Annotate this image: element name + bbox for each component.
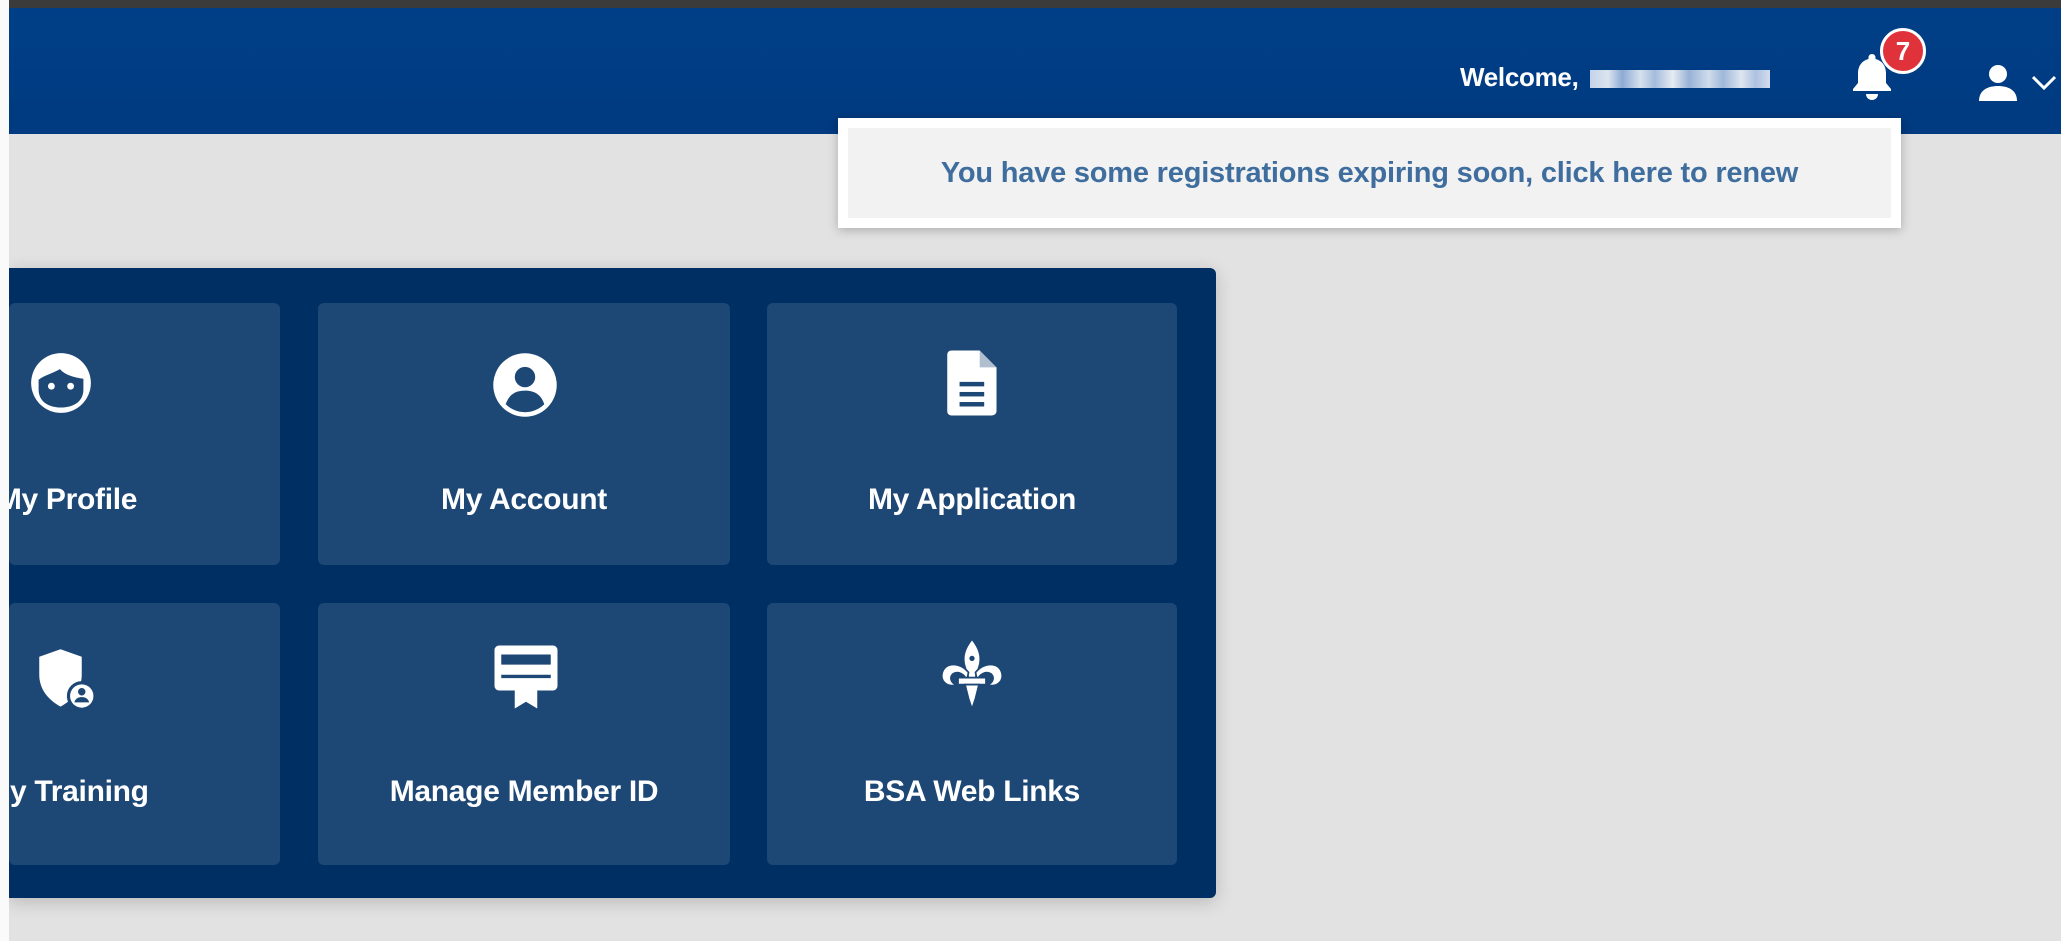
tile-label: BSA Web Links [863, 775, 1081, 808]
fleur-de-lis-icon [940, 637, 1004, 712]
welcome-text: Welcome, [1460, 62, 1579, 92]
tile-label: My Training [0, 775, 149, 808]
tile-bsa-web-links[interactable]: BSA Web Links [767, 603, 1177, 865]
tile-label: Manage Member ID [389, 775, 659, 808]
tile-manage-member-id[interactable]: Manage Member ID [318, 603, 730, 865]
user-menu-button[interactable] [1975, 62, 2061, 104]
username-redacted [1590, 70, 1770, 88]
user-icon [1979, 65, 2017, 101]
tile-label: My Account [441, 483, 607, 516]
chevron-down-icon [2031, 75, 2057, 91]
renewal-notification-popup: You have some registrations expiring soo… [838, 118, 1901, 228]
renewal-notification-link[interactable]: You have some registrations expiring soo… [848, 128, 1891, 218]
dashboard-tiles-panel: My Profile My Account My Application My … [0, 268, 1216, 898]
window-top-bar [0, 0, 2061, 8]
tile-my-account[interactable]: My Account [318, 303, 730, 565]
tile-label: My Profile [0, 483, 138, 516]
tile-my-profile[interactable]: My Profile [0, 303, 280, 565]
member-card-icon [494, 645, 558, 709]
tile-label: My Application [867, 483, 1077, 516]
document-icon [947, 350, 997, 416]
face-icon [31, 353, 91, 413]
tile-my-application[interactable]: My Application [767, 303, 1177, 565]
shield-user-icon [39, 649, 97, 711]
tile-my-training[interactable]: My Training [0, 603, 280, 865]
account-circle-icon [493, 353, 557, 417]
notification-count-badge[interactable]: 7 [1880, 28, 1926, 74]
window-left-edge [0, 0, 9, 941]
